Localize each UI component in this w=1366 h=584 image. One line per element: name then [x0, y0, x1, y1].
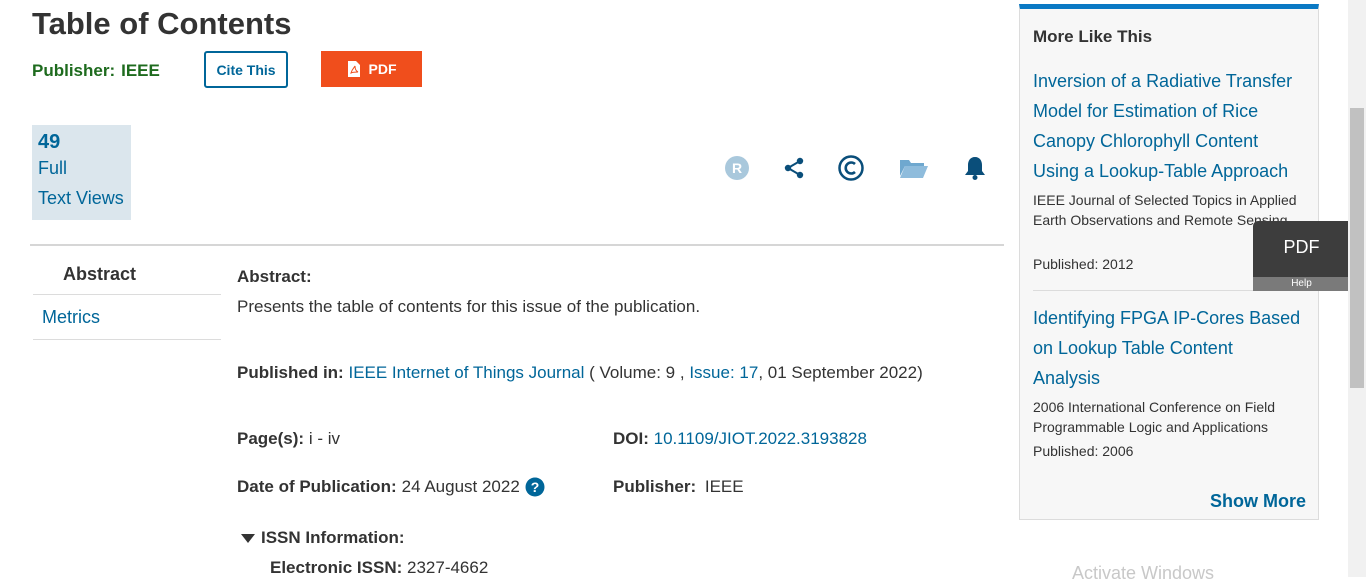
copyright-icon[interactable]: [836, 153, 866, 183]
related-title-line: Canopy Chlorophyll Content: [1033, 131, 1259, 151]
related-title-line: Model for Estimation of Rice: [1033, 101, 1259, 121]
document-side-nav: Abstract Metrics: [33, 254, 221, 340]
cite-this-button[interactable]: Cite This: [204, 51, 288, 88]
caret-down-icon: [241, 533, 255, 543]
metric-count: 49: [38, 131, 61, 153]
metric-label-line2: Text Views: [38, 188, 124, 208]
electronic-issn-label: Electronic ISSN:: [270, 558, 403, 577]
publisher-detail-label: Publisher:: [613, 477, 697, 496]
floating-pdf-label: PDF: [1283, 237, 1320, 257]
activate-windows-watermark: Activate Windows: [1072, 563, 1215, 583]
section-divider: [30, 244, 1004, 246]
show-more-link[interactable]: Show More: [1210, 491, 1306, 512]
related-title-line: on Lookup Table Content: [1033, 338, 1233, 358]
pages-label: Page(s):: [237, 429, 305, 448]
issn-toggle-label: ISSN Information:: [261, 528, 405, 547]
related-source: 2006 International Conference on Field P…: [1033, 399, 1276, 435]
pdf-file-icon: [347, 61, 360, 77]
published-in-label: Published in:: [237, 363, 344, 382]
publisher-label: Publisher:: [32, 61, 116, 80]
issue-link[interactable]: Issue: 17: [689, 363, 758, 382]
full-text-views-metric[interactable]: 49 Full Text Views: [32, 125, 131, 220]
date-value: 24 August 2022: [401, 477, 520, 496]
related-article-link[interactable]: Inversion of a Radiative Transfer Model …: [1033, 66, 1313, 186]
bell-icon[interactable]: [960, 153, 990, 183]
date-label: Date of Publication:: [237, 477, 397, 496]
nav-item-abstract[interactable]: Abstract: [33, 254, 221, 295]
related-published: Published: 2006: [1033, 443, 1134, 459]
scrollbar-thumb[interactable]: [1350, 108, 1364, 388]
related-title-line: Using a Lookup-Table Approach: [1033, 161, 1289, 181]
abstract-text: Presents the table of contents for this …: [237, 297, 701, 316]
issn-toggle[interactable]: ISSN Information:: [241, 528, 405, 548]
svg-text:R: R: [732, 160, 742, 176]
related-title-line: Identifying FPGA IP-Cores Based: [1033, 308, 1301, 328]
share-icon[interactable]: [779, 153, 809, 183]
page-title: Table of Contents: [32, 6, 292, 41]
rights-icon[interactable]: R: [722, 153, 752, 183]
pdf-button-label: PDF: [368, 61, 397, 77]
related-title-line: Inversion of a Radiative Transfer: [1033, 71, 1293, 91]
related-article-link[interactable]: Identifying FPGA IP-Cores Based on Looku…: [1033, 303, 1313, 393]
svg-text:?: ?: [531, 479, 540, 495]
pages-line: Page(s): i - iv: [237, 429, 340, 449]
more-like-this-title: More Like This: [1033, 27, 1153, 46]
publisher-value: IEEE: [121, 61, 160, 80]
folder-icon[interactable]: [899, 153, 929, 183]
electronic-issn-line: Electronic ISSN: 2327-4662: [270, 558, 488, 578]
pages-value: i - iv: [308, 429, 340, 448]
related-title-line: Analysis: [1033, 368, 1101, 388]
publisher-detail-line: Publisher: IEEE: [613, 477, 744, 497]
publisher-line: Publisher: IEEE: [32, 61, 160, 81]
date-of-publication-line: Date of Publication: 24 August 2022 ?: [237, 477, 545, 497]
published-in-line: Published in: IEEE Internet of Things Jo…: [237, 363, 923, 383]
publisher-detail-value: IEEE: [704, 477, 744, 496]
abstract-heading: Abstract:: [237, 267, 312, 286]
issue-date-text: , 01 September 2022): [758, 363, 923, 382]
floating-help-label[interactable]: Help: [1253, 277, 1350, 291]
doi-label: DOI:: [613, 429, 649, 448]
doi-line: DOI: 10.1109/JIOT.2022.3193828: [613, 429, 867, 449]
journal-link[interactable]: IEEE Internet of Things Journal: [348, 363, 584, 382]
electronic-issn-value: 2327-4662: [407, 558, 489, 577]
metric-label-line1: Full: [38, 158, 68, 178]
doi-link[interactable]: 10.1109/JIOT.2022.3193828: [654, 429, 867, 448]
nav-item-metrics[interactable]: Metrics: [33, 295, 221, 340]
volume-text: ( Volume: 9 ,: [589, 363, 685, 382]
help-icon[interactable]: ?: [525, 477, 545, 497]
related-published: Published: 2012: [1033, 256, 1134, 272]
pdf-button[interactable]: PDF: [321, 51, 422, 87]
floating-pdf-button[interactable]: PDF Help: [1253, 221, 1350, 291]
